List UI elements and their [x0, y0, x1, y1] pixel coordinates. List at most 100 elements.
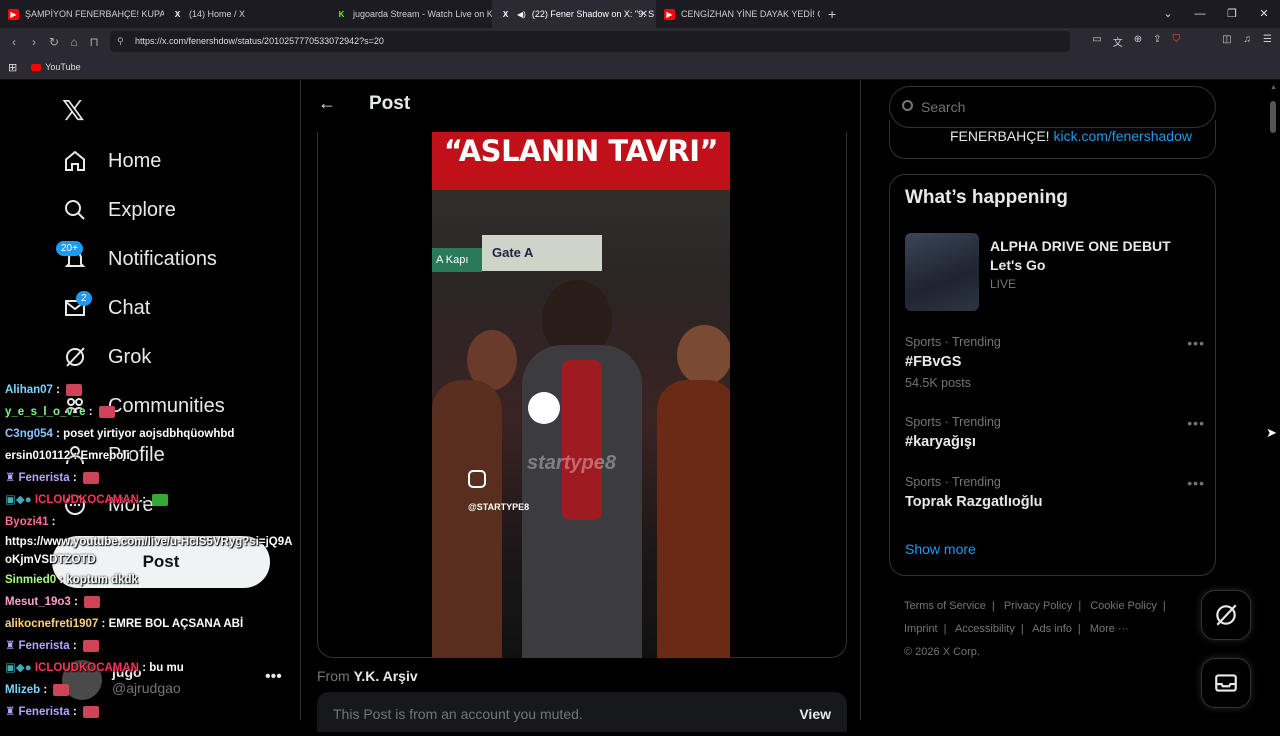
trend-item[interactable]: Sports · Trending #karyağışı •••	[905, 415, 1205, 450]
post-video[interactable]: “ASLANIN TAVRI” A Kapı Gate A startype8 …	[432, 130, 730, 658]
grok-fab-button[interactable]	[1201, 590, 1251, 640]
home-icon	[62, 148, 88, 174]
video-sign: A Kapı	[432, 248, 482, 272]
trend-item[interactable]: Sports · Trending #FBvGS 54.5K posts •••	[905, 335, 1205, 390]
url-text: https://x.com/fenershdow/status/20102577…	[135, 36, 384, 46]
page-title: Post	[369, 93, 411, 114]
chat-line: Byozi41 :	[5, 516, 56, 528]
footer-links: Terms of Service | Privacy Policy | Cookie…	[904, 595, 1204, 664]
source-link[interactable]: Y.K. Arşiv	[354, 668, 418, 684]
emote-icon	[98, 405, 115, 418]
right-sidebar: FENERBAHÇE! kick.com/fenershadow Search …	[862, 80, 1280, 720]
close-tab-icon[interactable]: ✕	[640, 9, 648, 20]
emote-icon	[82, 705, 99, 718]
close-window-button[interactable]: ✕	[1248, 0, 1280, 28]
more-dots-icon[interactable]: •••	[1187, 415, 1205, 431]
more-link[interactable]: More ···	[1090, 623, 1129, 635]
search-input[interactable]: Search	[889, 86, 1216, 128]
cast-icon[interactable]: ▭	[1092, 34, 1101, 49]
nav-label: Notifications	[108, 247, 217, 270]
chat-line: Sinmied0 : koptum dkdk	[5, 574, 138, 586]
nav-notifications[interactable]: Notifications	[62, 244, 217, 274]
chat-line: ♜ Fenerista :	[0, 635, 300, 657]
tos-link[interactable]: Terms of Service	[904, 600, 986, 612]
ads-info-link[interactable]: Ads info	[1032, 623, 1072, 635]
tab-kick[interactable]: K jugoarda Stream - Watch Live on Kick	[328, 0, 492, 28]
badge-icons: ▣◆●	[5, 662, 35, 674]
bookmarks-bar: ⊞ YouTube	[0, 55, 1280, 80]
messages-fab-button[interactable]	[1201, 658, 1251, 708]
show-more-link[interactable]: Show more	[905, 541, 976, 557]
nav-explore[interactable]: Explore	[62, 195, 176, 225]
imprint-link[interactable]: Imprint	[904, 623, 938, 635]
accessibility-link[interactable]: Accessibility	[955, 623, 1015, 635]
video-scarf	[562, 360, 602, 520]
bookmark-youtube[interactable]: YouTube	[31, 62, 81, 72]
grok-icon	[62, 344, 88, 370]
whats-happening-panel: What’s happening ALPHA DRIVE ONE DEBUT L…	[889, 174, 1216, 576]
x-icon: X	[174, 9, 181, 19]
chat-line: ▣◆● ICLOUDKOCAMAN :	[0, 489, 300, 511]
scrollbar-thumb[interactable]	[1270, 101, 1276, 133]
chat-line: y_e_s_l_o_v_e :	[0, 401, 300, 423]
forward-button[interactable]: ›	[24, 35, 44, 49]
extensions-area: ◫ ♫ ☰	[1222, 34, 1272, 45]
cookie-link[interactable]: Cookie Policy	[1090, 600, 1157, 612]
home-button[interactable]: ⌂	[64, 35, 84, 49]
nav-grok[interactable]: Grok	[62, 342, 151, 372]
tab-label: ŞAMPİYON FENERBAHÇE! KUPA TÖR	[25, 9, 164, 19]
chat-line: ▣◆● ICLOUDKOCAMAN : bu mu	[5, 662, 184, 674]
scroll-up-arrow-icon[interactable]: ▲	[1270, 84, 1277, 91]
video-person	[657, 380, 730, 658]
reload-button[interactable]: ↻	[44, 35, 64, 49]
minimize-button[interactable]: —	[1184, 0, 1216, 28]
notifications-badge: 20+	[56, 241, 83, 256]
video-person	[432, 380, 502, 658]
tab-x-home[interactable]: X (14) Home / X	[164, 0, 328, 28]
address-bar[interactable]: ⚲ https://x.com/fenershdow/status/201025…	[110, 31, 1070, 52]
nav-label: Grok	[108, 345, 152, 368]
site-settings-icon[interactable]: ⚲	[117, 31, 124, 52]
emote-icon	[82, 639, 99, 652]
view-button[interactable]: View	[799, 692, 831, 736]
promo-title[interactable]: ALPHA DRIVE ONE DEBUT Let's Go	[990, 237, 1205, 275]
maximize-button[interactable]: ❐	[1216, 0, 1248, 28]
video-banner: “ASLANIN TAVRI”	[432, 130, 730, 190]
menu-icon[interactable]: ☰	[1263, 34, 1272, 45]
translate-icon[interactable]: 文	[1113, 34, 1123, 49]
kick-link[interactable]: kick.com/fenershadow	[1053, 128, 1192, 144]
video-sign: Gate A	[482, 235, 602, 271]
tab-label: (14) Home / X	[189, 9, 246, 19]
more-dots-icon[interactable]: •••	[1187, 335, 1205, 351]
sidebar-icon[interactable]: ◫	[1222, 34, 1231, 45]
video-watermark: startype8	[527, 452, 616, 474]
bookmark-icon[interactable]: ⊓	[84, 35, 104, 49]
mouse-cursor-icon: ➤	[1266, 425, 1277, 440]
emote-icon	[82, 471, 99, 484]
mail-icon	[1215, 674, 1237, 692]
x-logo-icon[interactable]: 𝕏	[62, 94, 85, 127]
promo-thumbnail[interactable]	[905, 233, 979, 311]
more-dots-icon[interactable]: •••	[1187, 475, 1205, 491]
tab-youtube-1[interactable]: ▶ ŞAMPİYON FENERBAHÇE! KUPA TÖR	[0, 0, 164, 28]
privacy-link[interactable]: Privacy Policy	[1004, 600, 1072, 612]
media-icon[interactable]: ♫	[1244, 34, 1252, 45]
nav-label: Home	[108, 149, 162, 172]
back-arrow-icon[interactable]: ←	[318, 93, 336, 114]
chevron-down-icon[interactable]: ⌄	[1152, 0, 1184, 28]
brave-shield-icon[interactable]: ⛉	[1173, 34, 1181, 49]
new-tab-button[interactable]: +	[828, 6, 836, 22]
back-button[interactable]: ‹	[4, 35, 24, 49]
speaker-icon: ◀)	[517, 9, 526, 19]
muted-notice: This Post is from an account you muted. …	[317, 692, 847, 732]
apps-grid-icon[interactable]: ⊞	[8, 61, 17, 74]
tab-fener-shadow[interactable]: X ◀) (22) Fener Shadow on X: "9. S ✕	[492, 0, 656, 28]
zoom-icon[interactable]: ⊕	[1134, 34, 1142, 49]
trend-item[interactable]: Sports · Trending Toprak Razgatlıoğlu ••…	[905, 475, 1205, 510]
nav-home[interactable]: Home	[62, 146, 161, 176]
tab-youtube-2[interactable]: ▶ CENGİZHAN YİNE DAYAK YEDİ! GENÇ	[656, 0, 820, 28]
nav-label: Explore	[108, 198, 176, 221]
instagram-icon	[468, 470, 486, 488]
page-scrollbar[interactable]	[1266, 80, 1280, 720]
share-icon[interactable]: ⇪	[1153, 34, 1161, 49]
